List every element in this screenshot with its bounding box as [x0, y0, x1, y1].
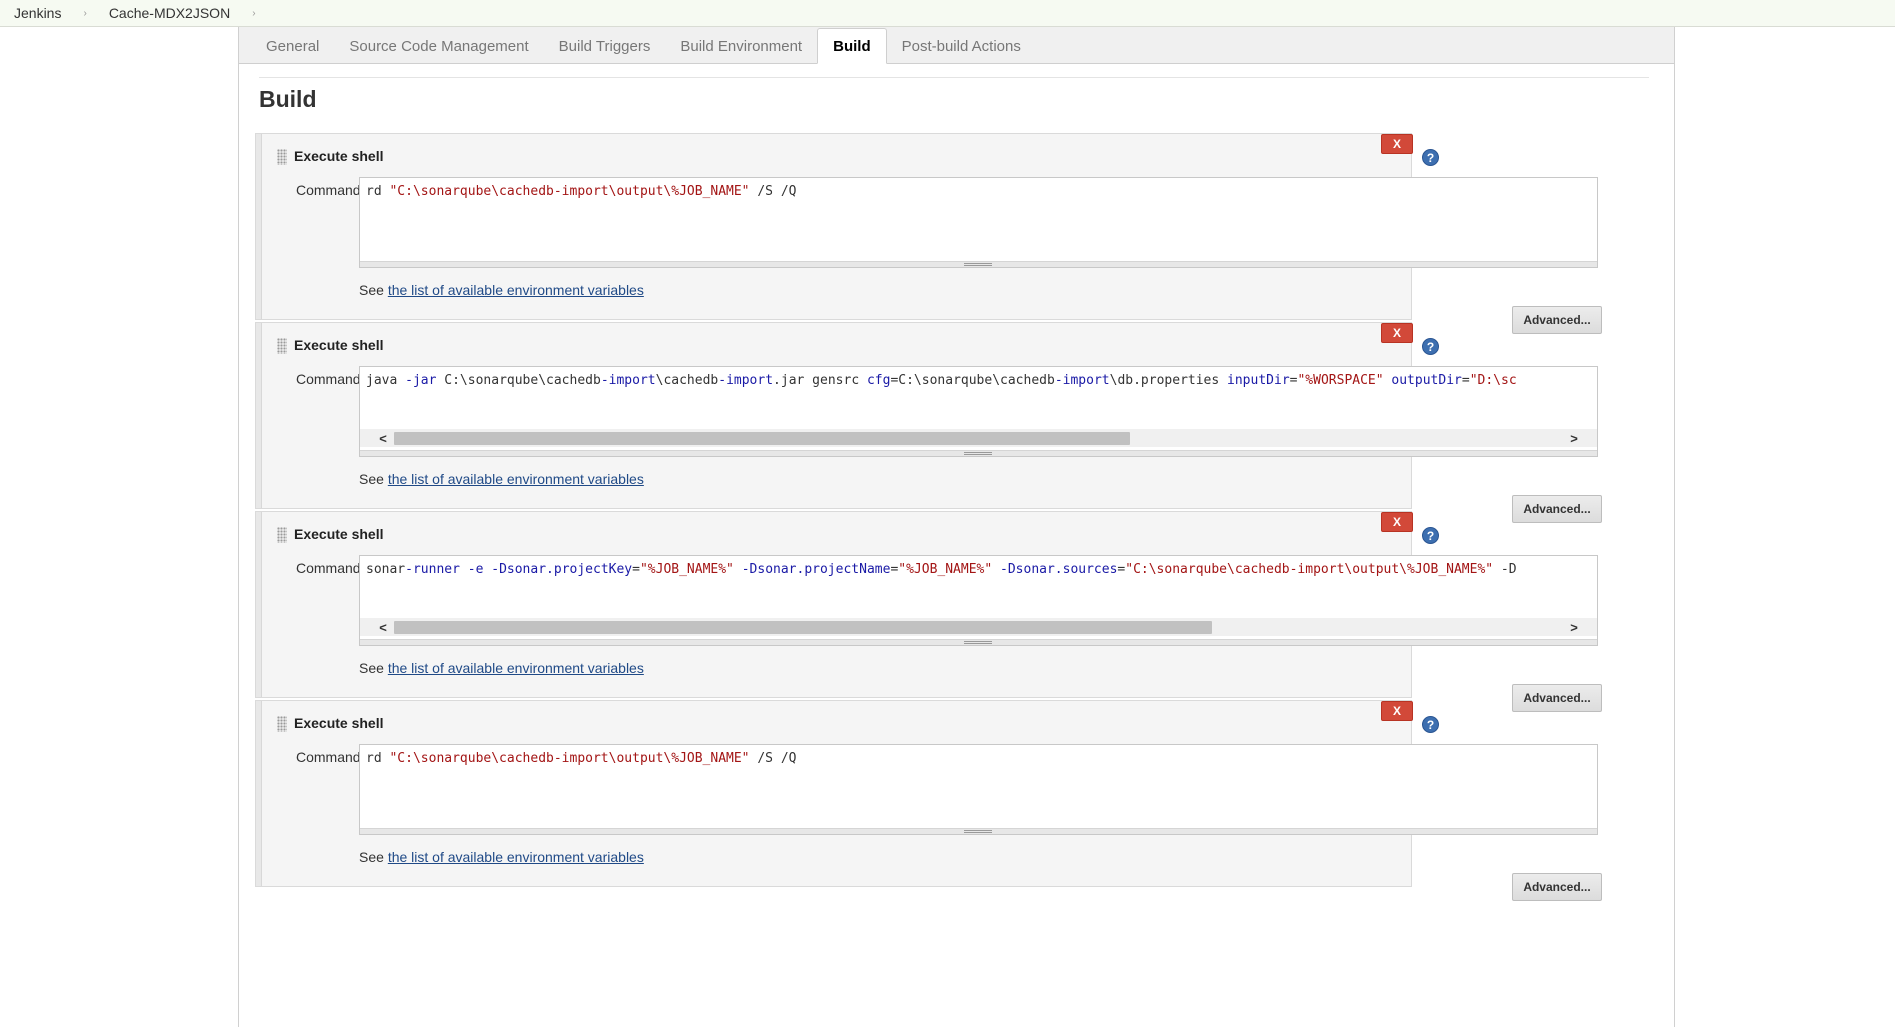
env-vars-link[interactable]: the list of available environment variab…: [388, 282, 644, 298]
drag-handle-icon[interactable]: [277, 527, 287, 543]
resize-grip-icon: [964, 452, 992, 455]
command-label: Command: [296, 560, 361, 576]
delete-step-button[interactable]: X: [1381, 323, 1413, 343]
scroll-right-icon[interactable]: >: [1565, 618, 1583, 636]
step-title: Execute shell: [294, 148, 384, 164]
textarea-resize-handle[interactable]: [360, 828, 1597, 834]
delete-step-button[interactable]: X: [1381, 134, 1413, 154]
build-step: Execute shell X ? Command rd "C:\sonarqu…: [255, 133, 1602, 334]
step-left-bar: [256, 323, 262, 508]
config-tabbar: General Source Code Management Build Tri…: [239, 27, 1674, 64]
command-text[interactable]: sonar-runner -e -Dsonar.projectKey="%JOB…: [366, 562, 1517, 577]
command-text[interactable]: rd "C:\sonarqube\cachedb-import\output\%…: [366, 184, 796, 199]
breadcrumb-jenkins[interactable]: Jenkins: [14, 5, 61, 21]
advanced-button[interactable]: Advanced...: [1512, 873, 1602, 901]
env-see-text: See: [359, 471, 388, 487]
tab-source-code-management[interactable]: Source Code Management: [334, 30, 543, 63]
command-textarea[interactable]: rd "C:\sonarqube\cachedb-import\output\%…: [359, 744, 1598, 835]
env-vars-link[interactable]: the list of available environment variab…: [388, 660, 644, 676]
build-step: Execute shell X ? Command java -jar C:\s…: [255, 322, 1602, 523]
help-icon[interactable]: ?: [1422, 338, 1439, 355]
env-vars-line: See the list of available environment va…: [359, 849, 644, 865]
textarea-resize-handle[interactable]: [360, 450, 1597, 456]
step-left-bar: [256, 512, 262, 697]
breadcrumb-job[interactable]: Cache-MDX2JSON: [109, 5, 230, 21]
command-text[interactable]: java -jar C:\sonarqube\cachedb-import\ca…: [366, 373, 1517, 388]
env-see-text: See: [359, 849, 388, 865]
advanced-button[interactable]: Advanced...: [1512, 495, 1602, 523]
command-label: Command: [296, 371, 361, 387]
textarea-resize-handle[interactable]: [360, 639, 1597, 645]
command-label: Command: [296, 182, 361, 198]
resize-grip-icon: [964, 263, 992, 266]
tab-build-environment[interactable]: Build Environment: [665, 30, 817, 63]
env-see-text: See: [359, 282, 388, 298]
build-step: Execute shell X ? Command rd "C:\sonarqu…: [255, 700, 1602, 901]
breadcrumb: Jenkins › Cache-MDX2JSON ›: [0, 0, 1895, 27]
textarea-resize-handle[interactable]: [360, 261, 1597, 267]
step-left-bar: [256, 701, 262, 886]
command-textarea[interactable]: rd "C:\sonarqube\cachedb-import\output\%…: [359, 177, 1598, 268]
scroll-left-icon[interactable]: <: [374, 429, 392, 447]
step-left-bar: [256, 134, 262, 319]
tab-post-build-actions[interactable]: Post-build Actions: [887, 30, 1036, 63]
tab-build-triggers[interactable]: Build Triggers: [544, 30, 666, 63]
delete-step-button[interactable]: X: [1381, 701, 1413, 721]
horizontal-scrollbar[interactable]: < >: [360, 429, 1597, 447]
env-see-text: See: [359, 660, 388, 676]
env-vars-link[interactable]: the list of available environment variab…: [388, 849, 644, 865]
advanced-button[interactable]: Advanced...: [1512, 306, 1602, 334]
env-vars-line: See the list of available environment va…: [359, 660, 644, 676]
drag-handle-icon[interactable]: [277, 338, 287, 354]
advanced-button[interactable]: Advanced...: [1512, 684, 1602, 712]
config-panel: General Source Code Management Build Tri…: [238, 27, 1675, 1027]
scroll-left-icon[interactable]: <: [374, 618, 392, 636]
breadcrumb-separator-icon[interactable]: ›: [83, 8, 86, 19]
env-vars-link[interactable]: the list of available environment variab…: [388, 471, 644, 487]
env-vars-line: See the list of available environment va…: [359, 471, 644, 487]
help-icon[interactable]: ?: [1422, 716, 1439, 733]
tab-general[interactable]: General: [251, 30, 334, 63]
help-icon[interactable]: ?: [1422, 149, 1439, 166]
resize-grip-icon: [964, 641, 992, 644]
step-title: Execute shell: [294, 526, 384, 542]
resize-grip-icon: [964, 830, 992, 833]
command-textarea[interactable]: sonar-runner -e -Dsonar.projectKey="%JOB…: [359, 555, 1598, 646]
section-title: Build: [259, 77, 1649, 121]
horizontal-scrollbar[interactable]: < >: [360, 618, 1597, 636]
tab-build[interactable]: Build: [817, 28, 887, 64]
delete-step-button[interactable]: X: [1381, 512, 1413, 532]
breadcrumb-separator-icon[interactable]: ›: [252, 8, 255, 19]
command-label: Command: [296, 749, 361, 765]
drag-handle-icon[interactable]: [277, 149, 287, 165]
step-title: Execute shell: [294, 337, 384, 353]
step-title: Execute shell: [294, 715, 384, 731]
scrollbar-thumb[interactable]: [394, 621, 1212, 634]
drag-handle-icon[interactable]: [277, 716, 287, 732]
scrollbar-thumb[interactable]: [394, 432, 1130, 445]
env-vars-line: See the list of available environment va…: [359, 282, 644, 298]
command-textarea[interactable]: java -jar C:\sonarqube\cachedb-import\ca…: [359, 366, 1598, 457]
help-icon[interactable]: ?: [1422, 527, 1439, 544]
scroll-right-icon[interactable]: >: [1565, 429, 1583, 447]
command-text[interactable]: rd "C:\sonarqube\cachedb-import\output\%…: [366, 751, 796, 766]
build-step: Execute shell X ? Command sonar-runner -…: [255, 511, 1602, 712]
